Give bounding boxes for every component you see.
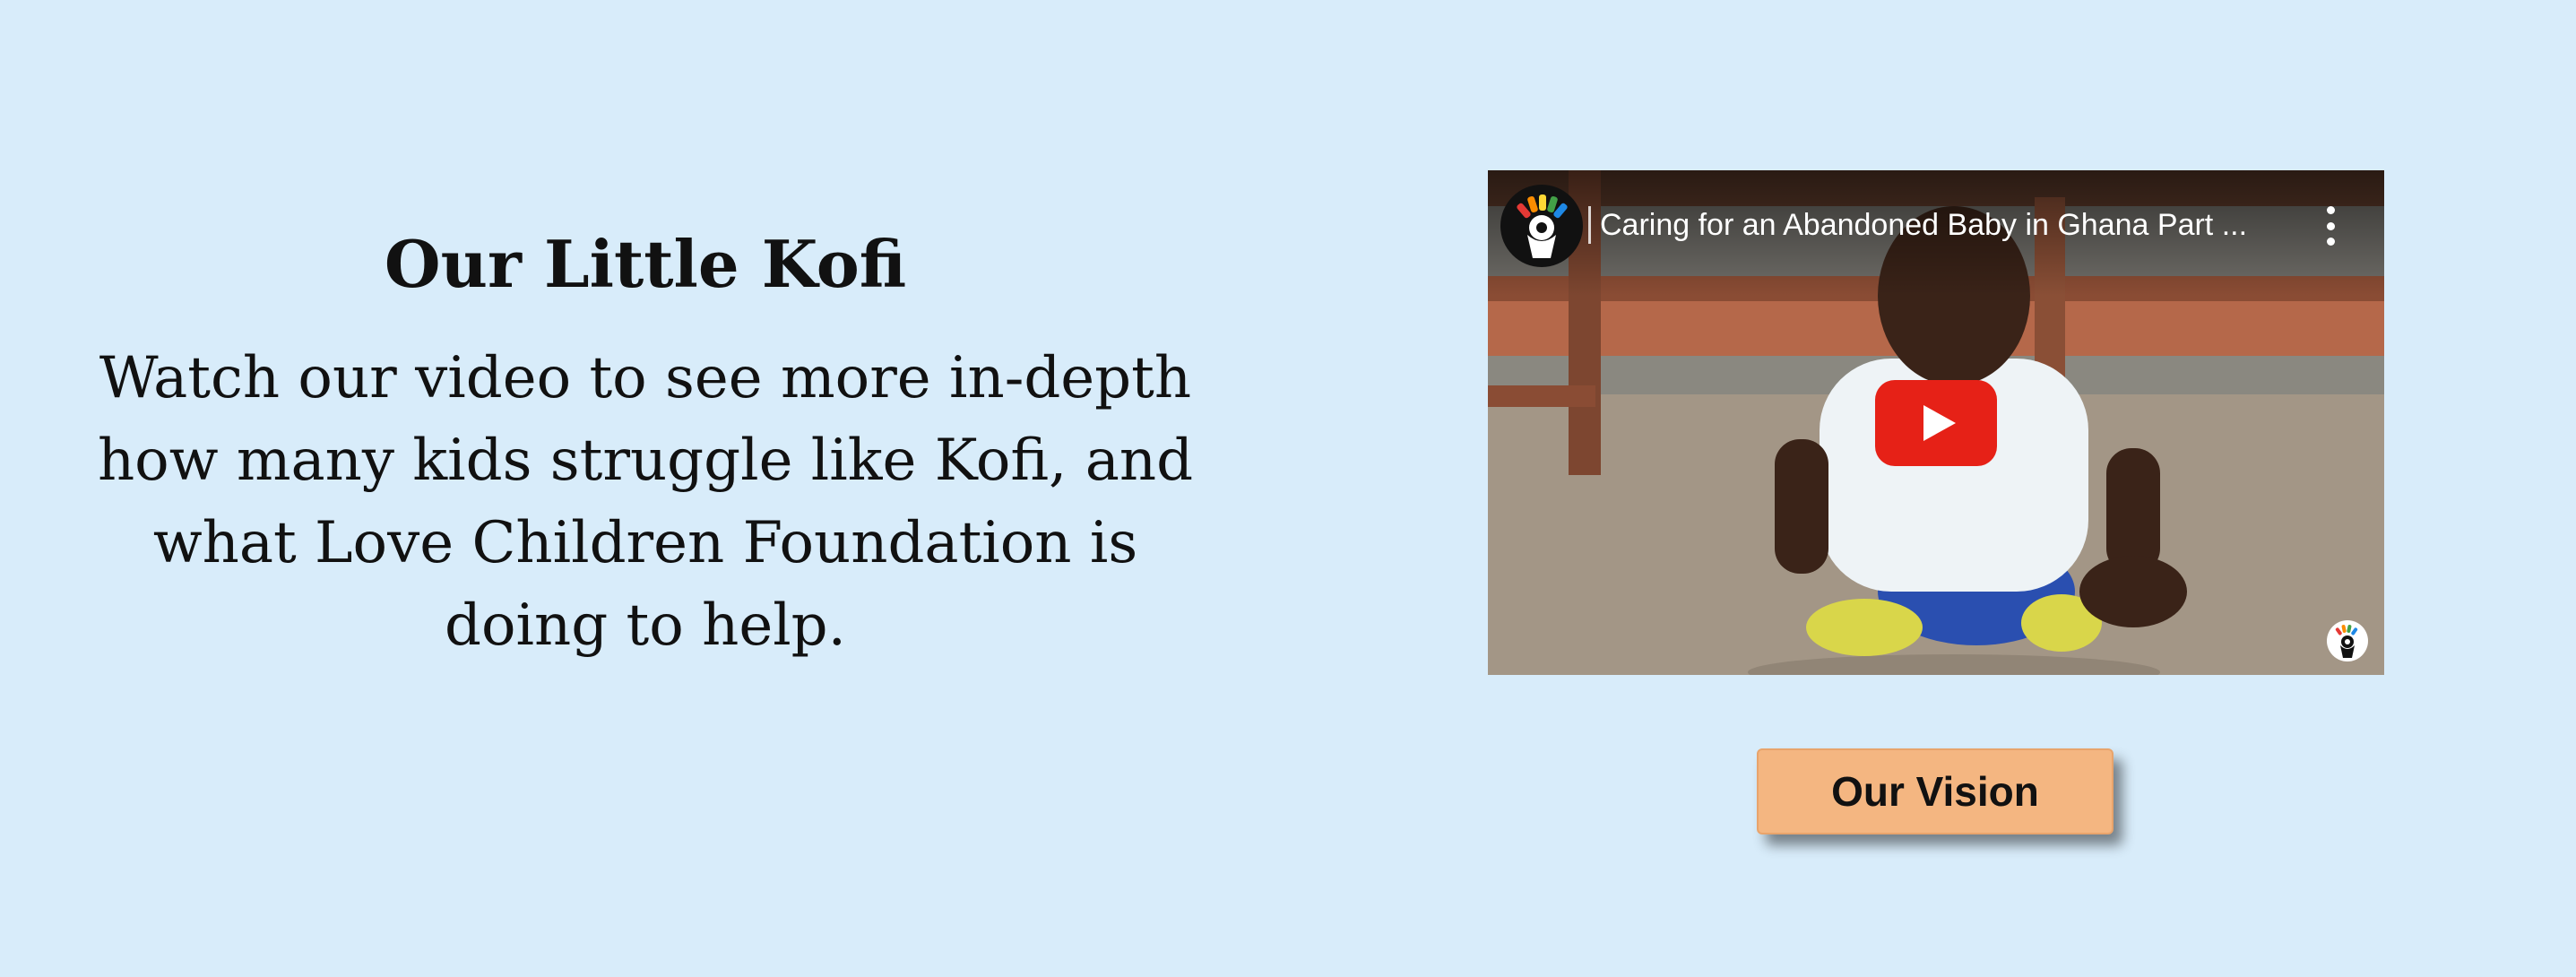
our-vision-button[interactable]: Our Vision xyxy=(1757,748,2114,834)
channel-watermark-icon[interactable] xyxy=(2325,618,2370,663)
video-embed[interactable]: Caring for an Abandoned Baby in Ghana Pa… xyxy=(1488,170,2384,675)
section-title: Our Little Kofi xyxy=(384,226,907,302)
more-vertical-icon[interactable] xyxy=(2312,206,2348,246)
channel-logo-icon[interactable] xyxy=(1499,183,1585,269)
youtube-play-icon[interactable] xyxy=(1875,380,1997,466)
video-intro-section: Our Little Kofi Watch our video to see m… xyxy=(72,224,1219,667)
section-description: Watch our video to see more in-depth how… xyxy=(97,345,1194,659)
video-title[interactable]: Caring for an Abandoned Baby in Ghana Pa… xyxy=(1588,206,2281,244)
